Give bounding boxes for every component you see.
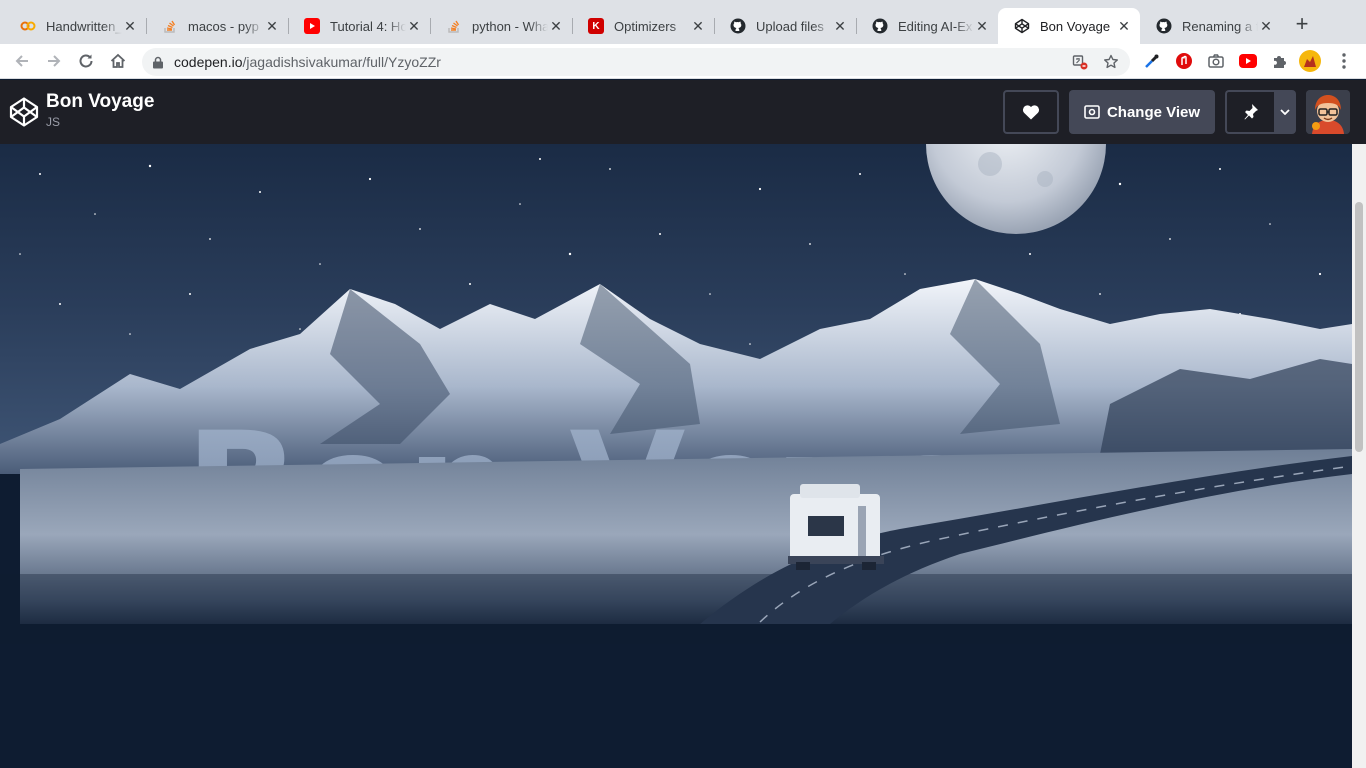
- tab-upload-files[interactable]: Upload files ✕: [714, 8, 856, 44]
- browser-menu-button[interactable]: [1332, 49, 1356, 73]
- translate-blocked-icon[interactable]: [1072, 54, 1088, 70]
- tab-title: Optimizers: [614, 18, 677, 34]
- codepen-icon: [1014, 18, 1030, 34]
- close-tab-icon[interactable]: ✕: [264, 18, 280, 34]
- pen-title: Bon Voyage: [46, 91, 155, 112]
- github-icon: [730, 18, 746, 34]
- back-button[interactable]: [10, 49, 34, 73]
- keras-icon: K: [588, 18, 604, 34]
- tab-title: Upload files: [756, 18, 824, 34]
- extensions-button[interactable]: [1268, 49, 1292, 73]
- tab-editing[interactable]: Editing AI-Ex ✕: [856, 8, 998, 44]
- browser-toolbar: codepen.io/jagadishsivakumar/full/YzyoZZ…: [0, 44, 1366, 79]
- pin-icon: [1244, 104, 1258, 120]
- eyedropper-icon: [1145, 54, 1159, 68]
- codepen-header: Bon Voyage JS Change View: [0, 80, 1366, 144]
- camper-van: [788, 484, 884, 570]
- adblock-extension-button[interactable]: [1172, 49, 1196, 73]
- new-tab-button[interactable]: +: [1290, 13, 1314, 37]
- eyedropper-extension-button[interactable]: [1140, 49, 1164, 73]
- home-icon: [110, 53, 126, 68]
- tab-handwritten[interactable]: Handwritten_ ✕: [4, 8, 146, 44]
- camera-icon: [1208, 54, 1224, 68]
- forward-button[interactable]: [42, 49, 66, 73]
- codepen-logo-icon[interactable]: [8, 96, 40, 128]
- tab-title: python - Wha: [472, 18, 548, 34]
- tab-optimizers[interactable]: K Optimizers ✕: [572, 8, 714, 44]
- cartoon-avatar-icon: [1306, 90, 1350, 134]
- close-tab-icon[interactable]: ✕: [690, 18, 706, 34]
- tab-tutorial[interactable]: Tutorial 4: Ho ✕: [288, 8, 430, 44]
- tab-title: Editing AI-Ex: [898, 18, 973, 34]
- github-icon: [1156, 18, 1172, 34]
- bookmark-star-icon[interactable]: [1103, 54, 1119, 70]
- change-view-button[interactable]: Change View: [1069, 90, 1215, 134]
- tab-title: Bon Voyage: [1040, 18, 1111, 34]
- home-button[interactable]: [106, 49, 130, 73]
- scrollbar-thumb[interactable]: [1355, 202, 1363, 452]
- screenshot-extension-button[interactable]: [1204, 49, 1228, 73]
- puzzle-icon: [1274, 56, 1286, 68]
- tab-title: macos - pyp: [188, 18, 259, 34]
- adblock-icon: [1176, 53, 1192, 69]
- reload-icon: [79, 54, 93, 68]
- pin-dropdown-button[interactable]: [1274, 90, 1296, 134]
- tab-title: Renaming a f: [1182, 18, 1258, 34]
- heart-icon: [1022, 105, 1040, 120]
- colab-icon: [20, 18, 36, 34]
- github-icon: [872, 18, 888, 34]
- browser-tab-strip: Handwritten_ ✕ macos - pyp ✕ Tutorial 4:…: [0, 0, 1366, 44]
- tab-title: Tutorial 4: Ho: [330, 18, 406, 34]
- address-bar[interactable]: codepen.io/jagadishsivakumar/full/YzyoZZ…: [142, 48, 1130, 76]
- chevron-down-icon: [1280, 109, 1290, 115]
- tab-title: Handwritten_: [46, 18, 122, 34]
- close-tab-icon[interactable]: ✕: [974, 18, 990, 34]
- tab-renaming[interactable]: Renaming a f ✕: [1140, 8, 1282, 44]
- like-button[interactable]: [1003, 90, 1059, 134]
- arrow-left-icon: [15, 55, 28, 67]
- arrow-right-icon: [48, 55, 61, 67]
- url-path: /jagadishsivakumar/full/YzyoZZr: [242, 54, 441, 70]
- close-tab-icon[interactable]: ✕: [1258, 18, 1274, 34]
- change-view-label: Change View: [1106, 103, 1201, 121]
- tab-bon-voyage[interactable]: Bon Voyage ✕: [998, 8, 1140, 44]
- pen-subtitle: JS: [46, 115, 61, 129]
- close-tab-icon[interactable]: ✕: [832, 18, 848, 34]
- close-tab-icon[interactable]: ✕: [122, 18, 138, 34]
- youtube-extension-button[interactable]: [1236, 49, 1260, 73]
- tab-python[interactable]: python - Wha ✕: [430, 8, 572, 44]
- youtube-icon: [1239, 54, 1257, 68]
- page-scrollbar[interactable]: [1352, 144, 1366, 768]
- close-tab-icon[interactable]: ✕: [406, 18, 422, 34]
- close-tab-icon[interactable]: ✕: [548, 18, 564, 34]
- close-tab-icon[interactable]: ✕: [1116, 18, 1132, 34]
- reload-button[interactable]: [74, 49, 98, 73]
- url-host: codepen.io: [174, 54, 243, 70]
- stackoverflow-icon: [162, 18, 178, 34]
- tab-macos[interactable]: macos - pyp ✕: [146, 8, 288, 44]
- pen-preview: Bon Voyage: [0, 144, 1352, 768]
- view-layout-icon: [1084, 105, 1100, 119]
- lock-icon: [153, 56, 163, 69]
- stackoverflow-icon: [446, 18, 462, 34]
- more-vert-icon: [1342, 53, 1346, 69]
- pin-button[interactable]: [1225, 90, 1275, 134]
- profile-button[interactable]: [1298, 49, 1322, 73]
- profile-avatar-icon: [1299, 50, 1321, 72]
- youtube-icon: [304, 18, 320, 34]
- url-text: codepen.io/jagadishsivakumar/full/YzyoZZ…: [174, 54, 441, 70]
- user-avatar[interactable]: [1306, 90, 1350, 134]
- bon-voyage-hero-image: Bon Voyage: [0, 144, 1352, 768]
